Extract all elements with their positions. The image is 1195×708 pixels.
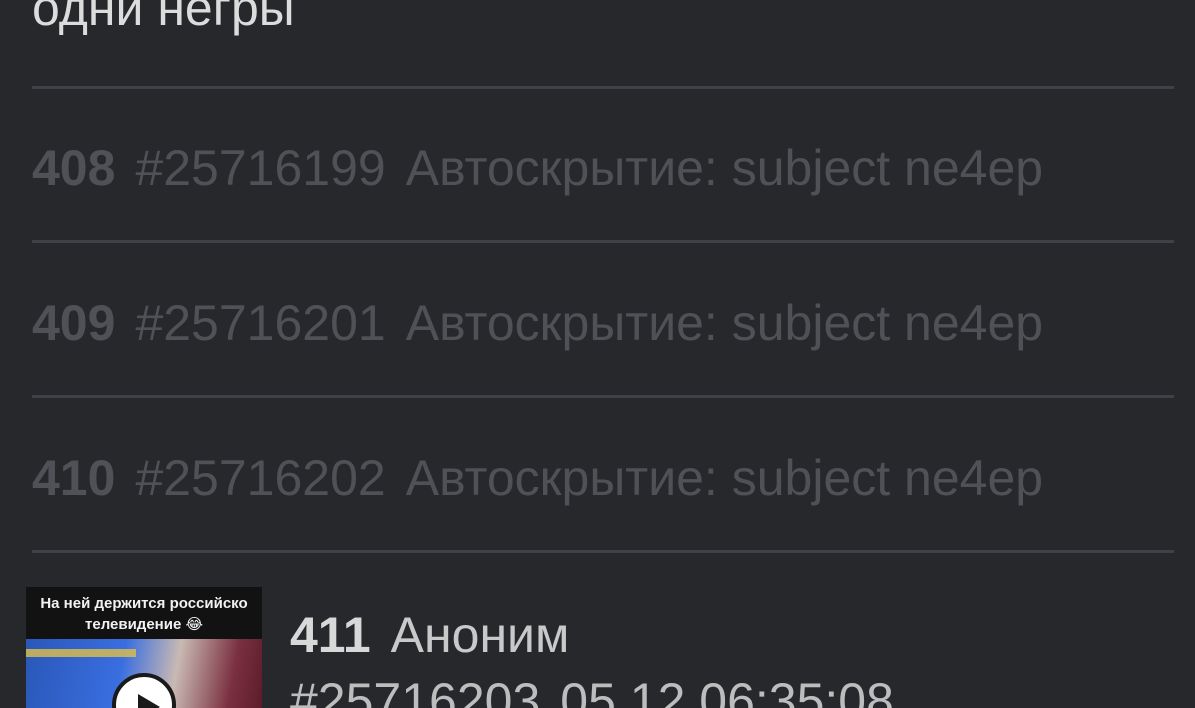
thumbnail-caption: На ней держится российско телевидение 😂 <box>26 587 262 639</box>
play-triangle-icon <box>138 694 160 708</box>
hide-reason: Автоскрытие: subject ne4ep <box>405 450 1044 506</box>
hidden-post-row[interactable]: 410 #25716202 Автоскрытие: subject ne4ep <box>32 448 1043 508</box>
post-number: 409 <box>32 295 116 351</box>
divider <box>32 86 1174 89</box>
post-number: 408 <box>32 140 116 196</box>
post-id[interactable]: #25716202 <box>135 448 385 508</box>
thread-view: одни негры 408 #25716199 Автоскрытие: su… <box>0 0 1195 708</box>
post-author: Аноним <box>390 607 570 663</box>
post-id[interactable]: #25716201 <box>135 293 385 353</box>
post: На ней держится российско телевидение 😂 … <box>26 587 1186 708</box>
post-number[interactable]: 411 <box>290 607 371 663</box>
thumbnail-caption-line: На ней держится российско <box>40 595 248 612</box>
post-id[interactable]: #25716203 <box>290 671 540 708</box>
hide-reason: Автоскрытие: subject ne4ep <box>405 295 1044 351</box>
post-id[interactable]: #25716199 <box>135 138 385 198</box>
divider <box>32 550 1174 553</box>
previous-post-text: одни негры <box>32 0 295 36</box>
thumbnail-decoration <box>26 649 136 657</box>
post-number: 410 <box>32 450 116 506</box>
video-thumbnail[interactable]: На ней держится российско телевидение 😂 <box>26 587 262 708</box>
hidden-post-row[interactable]: 408 #25716199 Автоскрытие: subject ne4ep <box>32 138 1043 198</box>
hidden-post-row[interactable]: 409 #25716201 Автоскрытие: subject ne4ep <box>32 293 1043 353</box>
post-date: 05.12 06:35:08 <box>560 673 894 708</box>
post-meta: #25716203 05.12 06:35:08 <box>290 671 894 708</box>
divider <box>32 395 1174 398</box>
thumbnail-caption-line: телевидение 😂 <box>85 616 203 633</box>
hide-reason: Автоскрытие: subject ne4ep <box>405 140 1044 196</box>
divider <box>32 240 1174 243</box>
post-header: 411 Аноним <box>290 605 569 665</box>
